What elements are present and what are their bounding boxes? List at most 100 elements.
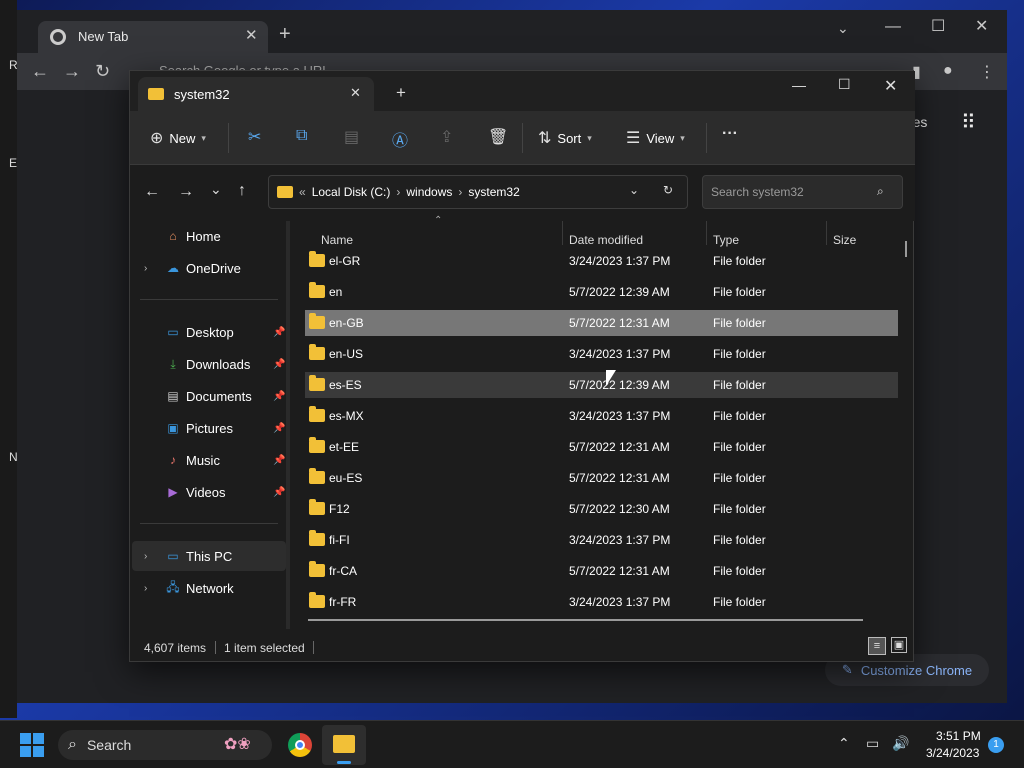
new-tab-button[interactable]: + bbox=[396, 83, 406, 103]
breadcrumb-item[interactable]: Local Disk (C:) bbox=[312, 185, 391, 199]
minimize-button[interactable]: — bbox=[792, 77, 806, 93]
sidebar-item-videos[interactable]: ▶ Videos 📌 bbox=[132, 477, 286, 507]
table-row[interactable]: fi-FI 3/24/2023 1:37 PM File folder bbox=[305, 527, 898, 553]
table-row[interactable]: es-MX 3/24/2023 1:37 PM File folder bbox=[305, 403, 898, 429]
item-count: 4,607 items bbox=[144, 641, 207, 655]
table-row[interactable]: en-GB 5/7/2022 12:31 AM File folder bbox=[305, 310, 898, 336]
network-icon[interactable]: ▭ bbox=[866, 735, 879, 752]
horizontal-scrollbar[interactable] bbox=[308, 619, 863, 621]
share-icon[interactable]: ⇪ bbox=[440, 127, 453, 147]
sort-button[interactable]: ⇅ Sort ▾ bbox=[538, 128, 592, 148]
close-window-button[interactable]: ✕ bbox=[975, 16, 988, 36]
chevron-down-icon[interactable]: ⌄ bbox=[629, 183, 639, 197]
minimize-button[interactable]: — bbox=[885, 18, 901, 36]
new-tab-button[interactable]: + bbox=[279, 23, 291, 46]
pin-icon: 📌 bbox=[273, 422, 286, 434]
apps-grid-icon[interactable]: ⠿ bbox=[961, 110, 976, 135]
table-row[interactable]: en-US 3/24/2023 1:37 PM File folder bbox=[305, 341, 898, 367]
folder-icon bbox=[309, 530, 325, 546]
maximize-button[interactable]: ☐ bbox=[931, 16, 945, 36]
new-button[interactable]: ⊕ New ▾ bbox=[150, 128, 206, 148]
details-view-icon[interactable]: ≡ bbox=[868, 637, 886, 655]
close-window-button[interactable]: ✕ bbox=[884, 76, 897, 96]
column-divider[interactable] bbox=[562, 221, 563, 245]
table-row[interactable]: es-ES 5/7/2022 12:39 AM File folder bbox=[305, 372, 898, 398]
column-header-type[interactable]: Type bbox=[713, 233, 739, 247]
row-date: 5/7/2022 12:31 AM bbox=[569, 440, 670, 454]
column-header-size[interactable]: Size bbox=[833, 233, 856, 247]
plus-circle-icon: ⊕ bbox=[150, 130, 164, 147]
refresh-icon[interactable]: ↻ bbox=[663, 183, 673, 197]
sidebar-item-music[interactable]: ♪ Music 📌 bbox=[132, 445, 286, 475]
search-input[interactable]: Search system32 ⌕ bbox=[702, 175, 903, 209]
explorer-taskbar-button[interactable] bbox=[322, 725, 366, 765]
table-row[interactable]: el-GR 3/24/2023 1:37 PM File folder bbox=[305, 248, 898, 274]
start-button[interactable] bbox=[20, 733, 44, 757]
sidebar-divider bbox=[140, 299, 278, 300]
sidebar-item-pictures[interactable]: ▣ Pictures 📌 bbox=[132, 413, 286, 443]
chevron-right-icon[interactable]: › bbox=[144, 583, 147, 594]
scrollbar[interactable] bbox=[905, 241, 907, 257]
rename-icon[interactable]: Ⓐ bbox=[392, 127, 408, 151]
chrome-tab[interactable]: New Tab ✕ bbox=[38, 21, 268, 53]
sidebar-item-onedrive[interactable]: › ☁ OneDrive bbox=[132, 253, 286, 283]
sidebar-item-desktop[interactable]: ▭ Desktop 📌 bbox=[132, 317, 286, 347]
close-icon[interactable]: ✕ bbox=[350, 85, 361, 101]
view-button[interactable]: ☰ View ▾ bbox=[626, 128, 685, 148]
row-date: 5/7/2022 12:31 AM bbox=[569, 316, 670, 330]
volume-icon[interactable]: 🔊 bbox=[892, 735, 909, 752]
chevron-right-icon: › bbox=[396, 185, 401, 199]
forward-icon[interactable]: → bbox=[63, 61, 81, 82]
table-row[interactable]: fr-CA 5/7/2022 12:31 AM File folder bbox=[305, 558, 898, 584]
profile-icon[interactable]: ● bbox=[943, 62, 953, 80]
back-icon[interactable]: ← bbox=[144, 183, 160, 201]
maximize-button[interactable]: ☐ bbox=[838, 76, 851, 93]
chevron-down-icon[interactable]: ⌄ bbox=[837, 20, 849, 37]
cut-icon[interactable]: ✂ bbox=[248, 127, 261, 147]
menu-icon[interactable]: ⋮ bbox=[979, 62, 995, 82]
mouse-cursor bbox=[606, 370, 616, 386]
breadcrumb-item[interactable]: system32 bbox=[468, 185, 519, 199]
notification-badge[interactable]: 1 bbox=[988, 737, 1004, 753]
copy-icon[interactable]: ⧉ bbox=[296, 127, 307, 145]
table-row[interactable]: fr-FR 3/24/2023 1:37 PM File folder bbox=[305, 589, 898, 615]
column-header-date[interactable]: Date modified bbox=[569, 233, 643, 247]
file-explorer-window: system32 ✕ + — ☐ ✕ ⊕ New ▾ ✂ ⧉ ▤ Ⓐ ⇪ 🗑 ⇅… bbox=[129, 70, 915, 662]
sidebar-item-documents[interactable]: ▤ Documents 📌 bbox=[132, 381, 286, 411]
chevron-up-icon[interactable]: ⌃ bbox=[838, 735, 850, 752]
sidebar-item-downloads[interactable]: ⤓ Downloads 📌 bbox=[132, 349, 286, 379]
thumbnail-view-icon[interactable]: ▣ bbox=[891, 637, 907, 653]
close-icon[interactable]: ✕ bbox=[245, 26, 258, 44]
breadcrumb-item[interactable]: windows bbox=[406, 185, 452, 199]
explorer-tab[interactable]: system32 ✕ bbox=[138, 77, 374, 111]
paste-icon[interactable]: ▤ bbox=[344, 127, 359, 147]
forward-icon[interactable]: → bbox=[178, 183, 194, 201]
recent-locations-icon[interactable]: ⌄ bbox=[210, 181, 222, 198]
address-bar[interactable]: « Local Disk (C:) › windows › system32 ⌄… bbox=[268, 175, 688, 209]
windows-logo-icon bbox=[33, 733, 44, 744]
clock-date[interactable]: 3/24/2023 bbox=[926, 746, 979, 760]
chevron-right-icon[interactable]: › bbox=[144, 263, 147, 274]
table-row[interactable]: et-EE 5/7/2022 12:31 AM File folder bbox=[305, 434, 898, 460]
column-divider[interactable] bbox=[826, 221, 827, 245]
column-header-name[interactable]: Name bbox=[321, 233, 353, 247]
back-icon[interactable]: ← bbox=[31, 61, 49, 82]
table-row[interactable]: eu-ES 5/7/2022 12:31 AM File folder bbox=[305, 465, 898, 491]
table-row[interactable]: en 5/7/2022 12:39 AM File folder bbox=[305, 279, 898, 305]
table-row[interactable]: F12 5/7/2022 12:30 AM File folder bbox=[305, 496, 898, 522]
sidebar-item-home[interactable]: ⌂ Home bbox=[132, 221, 286, 251]
up-icon[interactable]: ↑ bbox=[238, 182, 246, 200]
view-label: View bbox=[646, 130, 675, 146]
clock-time[interactable]: 3:51 PM bbox=[936, 729, 981, 743]
sort-label: Sort bbox=[557, 130, 582, 146]
sidebar-item-network[interactable]: › 🖧 Network bbox=[132, 573, 286, 603]
overflow-icon[interactable]: « bbox=[299, 185, 306, 199]
reload-icon[interactable]: ↻ bbox=[95, 61, 110, 82]
delete-icon[interactable]: 🗑 bbox=[488, 127, 508, 147]
sidebar-item-this-pc[interactable]: › ▭ This PC bbox=[132, 541, 286, 571]
column-divider[interactable] bbox=[706, 221, 707, 245]
more-options-icon[interactable]: ··· bbox=[722, 125, 738, 143]
chevron-right-icon[interactable]: › bbox=[144, 551, 147, 562]
taskbar-search[interactable]: ⌕ Search ✿❀ bbox=[58, 730, 272, 760]
chrome-taskbar-icon[interactable] bbox=[288, 733, 312, 757]
